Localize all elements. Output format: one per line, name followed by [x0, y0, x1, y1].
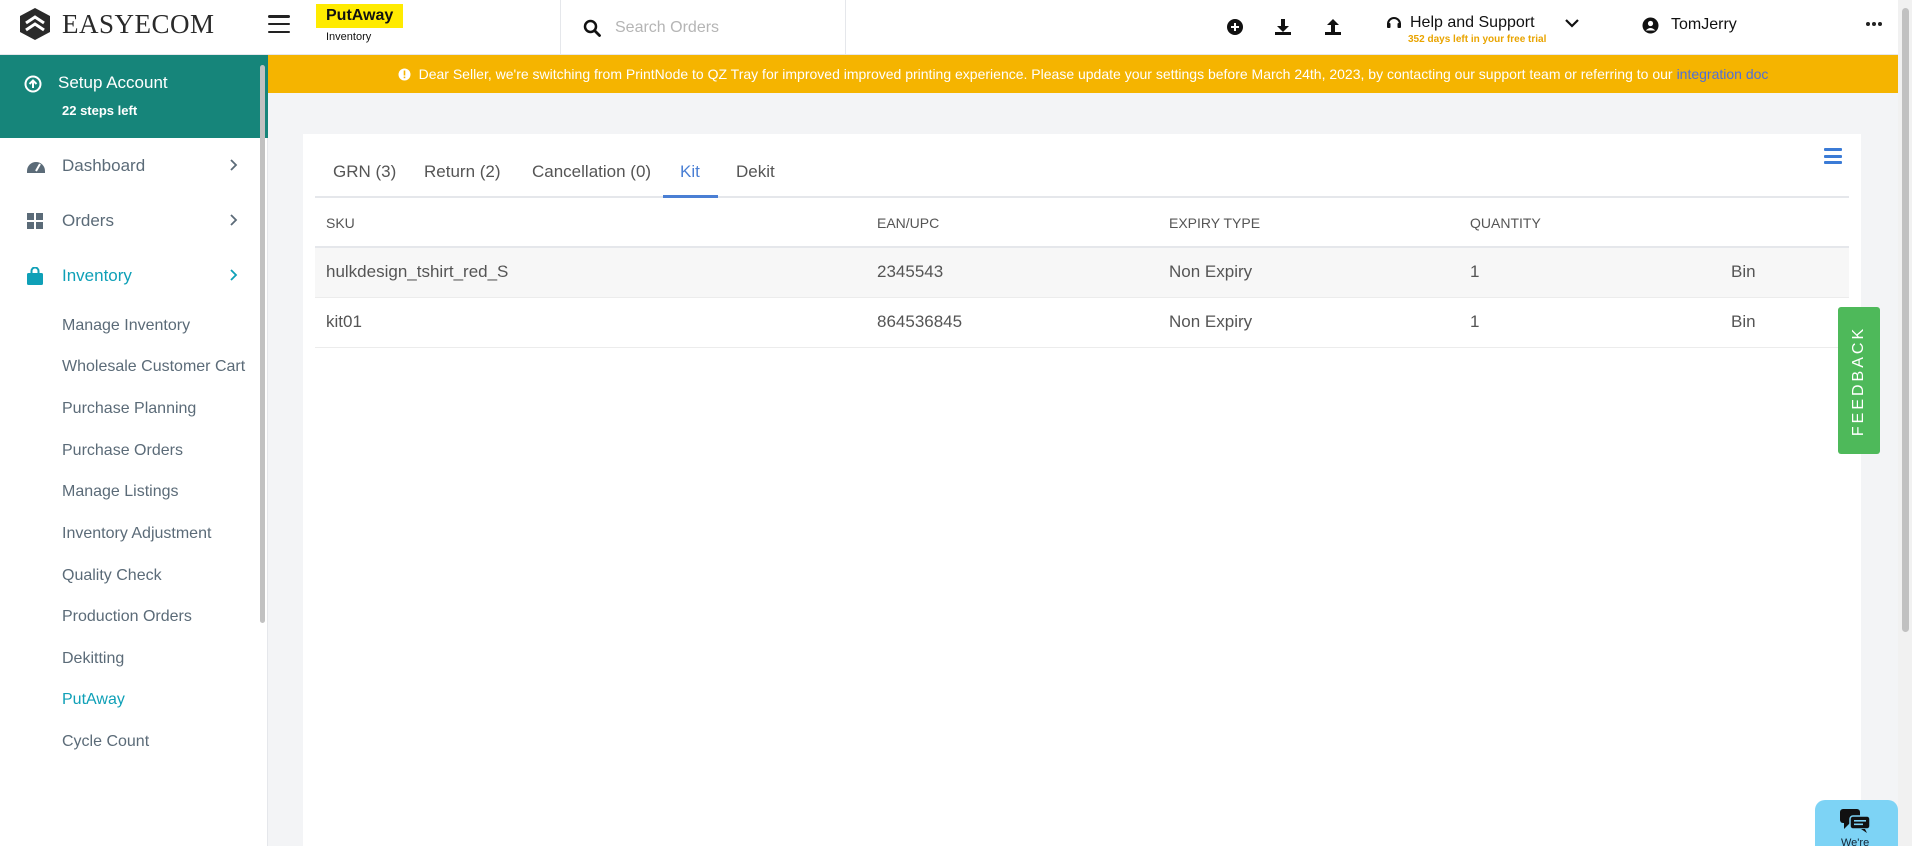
top-bar: EASYECOM PutAway Inventory Search Orders… [0, 0, 1912, 55]
user-menu[interactable]: TomJerry [1642, 16, 1737, 34]
chat-label: We're [1841, 837, 1870, 846]
upload-icon[interactable] [1323, 17, 1343, 37]
sidebar: Setup Account 22 steps left Dashboard Or… [0, 55, 268, 846]
cell-quantity: 1 [1470, 262, 1480, 281]
column-header-ean-upc: EAN/UPC [877, 215, 940, 231]
sidebar-subitem-dekitting[interactable]: Dekitting [62, 650, 124, 668]
setup-account-title: Setup Account [58, 73, 168, 92]
cell-expiry-type: Non Expiry [1169, 262, 1253, 281]
setup-account[interactable]: Setup Account 22 steps left [0, 55, 268, 138]
chevron-right-icon [230, 269, 238, 281]
chevron-down-icon[interactable] [1564, 18, 1579, 28]
sidebar-item-label: Inventory [62, 266, 132, 285]
headset-icon [1387, 17, 1401, 28]
sidebar-subitem-manage-inventory[interactable]: Manage Inventory [62, 317, 190, 335]
tab-return[interactable]: Return (2) [424, 162, 501, 182]
sidebar-subitem-production-orders[interactable]: Production Orders [62, 608, 192, 626]
cell-expiry-type: Non Expiry [1169, 312, 1253, 331]
tab-kit[interactable]: Kit [680, 162, 700, 182]
download-icon[interactable] [1273, 17, 1293, 37]
user-avatar-icon [1642, 17, 1659, 33]
cell-sku: hulkdesign_tshirt_red_S [326, 262, 509, 281]
sidebar-item-label: Orders [62, 211, 114, 230]
sidebar-subitem-wholesale-customer-cart[interactable]: Wholesale Customer Cart [62, 358, 245, 376]
setup-steps-left: 22 steps left [62, 103, 138, 118]
search-input[interactable] [615, 18, 835, 37]
info-icon [398, 68, 411, 80]
arrow-up-circle-icon [24, 75, 42, 93]
sidebar-item-dashboard[interactable]: Dashboard [0, 146, 258, 186]
sidebar-subitem-purchase-orders[interactable]: Purchase Orders [62, 442, 183, 460]
feedback-button[interactable]: FEEDBACK [1838, 307, 1880, 454]
cell-quantity: 1 [1470, 312, 1480, 331]
add-circle-icon[interactable] [1225, 17, 1245, 37]
logo-text: EASYECOM [62, 8, 215, 39]
cell-bin: Bin [1731, 262, 1756, 281]
sidebar-subitem-putaway[interactable]: PutAway [62, 691, 125, 709]
sidebar-scrollbar[interactable] [260, 65, 265, 623]
page-title: PutAway [316, 4, 404, 28]
trial-days-left: 352 days left in your free trial [1408, 34, 1547, 45]
help-and-support[interactable]: Help and Support 352 days left in your f… [1386, 14, 1606, 50]
cell-ean-upc: 2345543 [877, 262, 944, 281]
chevron-right-icon [230, 159, 238, 171]
sidebar-subitem-purchase-planning[interactable]: Purchase Planning [62, 400, 196, 418]
cell-bin: Bin [1731, 312, 1756, 331]
column-header-quantity: QUANTITY [1470, 215, 1541, 231]
tab-grn[interactable]: GRN (3) [333, 162, 396, 182]
search-icon [583, 19, 601, 37]
help-title: Help and Support [1410, 14, 1535, 31]
page-subtitle: Inventory [326, 31, 372, 43]
cell-sku: kit01 [326, 312, 362, 331]
tab-dekit[interactable]: Dekit [736, 162, 775, 182]
feedback-label: FEEDBACK [1850, 325, 1867, 436]
page-tag: PutAway Inventory [316, 4, 404, 43]
table-row[interactable]: kit01 864536845 Non Expiry 1 Bin [315, 298, 1849, 348]
sidebar-item-inventory[interactable]: Inventory [0, 256, 258, 296]
tab-bar: GRN (3) Return (2) Cancellation (0) Kit … [315, 152, 1849, 198]
sidebar-subitem-quality-check[interactable]: Quality Check [62, 567, 162, 585]
page-scrollbar-thumb[interactable] [1902, 8, 1909, 632]
sidebar-subitem-manage-listings[interactable]: Manage Listings [62, 483, 179, 501]
easyecom-logo-icon [20, 8, 50, 40]
chat-bubbles-icon [1840, 809, 1871, 833]
sidebar-subitem-inventory-adjustment[interactable]: Inventory Adjustment [62, 525, 211, 543]
grid-icon [27, 213, 43, 229]
page-scrollbar[interactable] [1898, 0, 1912, 846]
hamburger-menu-icon[interactable] [268, 15, 290, 33]
banner-text: Dear Seller, we're switching from PrintN… [418, 66, 1673, 82]
integration-doc-link[interactable]: integration doc [1677, 66, 1769, 82]
search-box [560, 0, 846, 55]
tab-cancellation[interactable]: Cancellation (0) [532, 162, 651, 182]
sidebar-item-orders[interactable]: Orders [0, 201, 258, 241]
sidebar-subitem-cycle-count[interactable]: Cycle Count [62, 733, 149, 751]
logo[interactable]: EASYECOM [18, 7, 215, 41]
cell-ean-upc: 864536845 [877, 312, 963, 331]
chat-widget[interactable]: We're [1815, 800, 1898, 846]
sidebar-item-label: Dashboard [62, 156, 146, 175]
column-header-sku: SKU [326, 215, 355, 231]
user-name: TomJerry [1671, 16, 1737, 33]
dashboard-gauge-icon [27, 162, 45, 173]
column-header-expiry-type: EXPIRY TYPE [1169, 215, 1261, 231]
notice-banner: Dear Seller, we're switching from PrintN… [268, 55, 1898, 93]
shopping-bag-icon [27, 267, 43, 285]
more-options-icon[interactable] [1866, 22, 1882, 26]
chevron-right-icon [230, 214, 238, 226]
table-row[interactable]: hulkdesign_tshirt_red_S 2345543 Non Expi… [315, 248, 1849, 298]
table-header: SKU EAN/UPC EXPIRY TYPE QUANTITY [315, 198, 1849, 248]
